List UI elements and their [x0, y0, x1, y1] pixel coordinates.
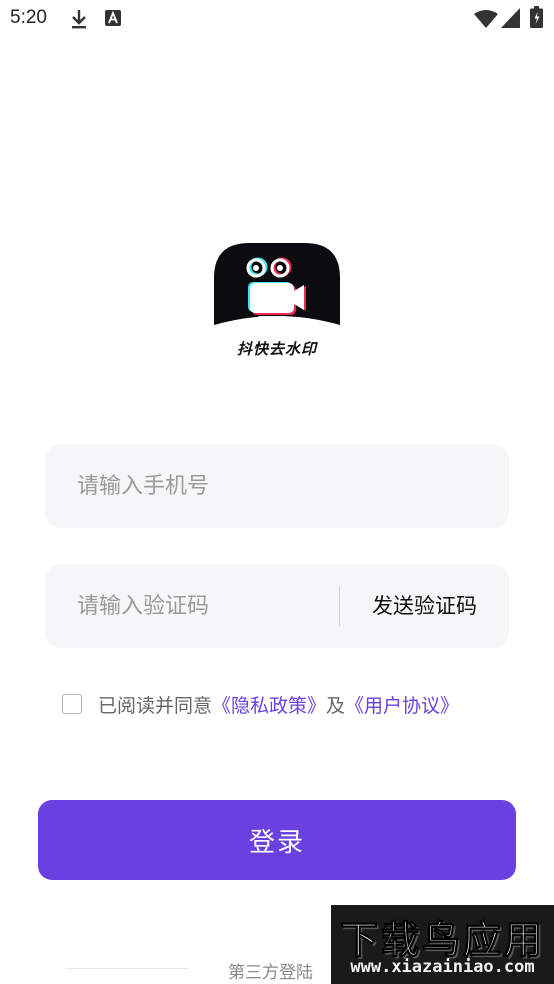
privacy-policy-link[interactable]: 《隐私政策》	[212, 691, 326, 718]
status-bar: 5:20	[0, 0, 554, 38]
phone-input[interactable]	[77, 444, 337, 528]
download-icon	[72, 10, 86, 29]
third-party-label: 第三方登陆	[228, 963, 313, 983]
code-field: 发送验证码	[45, 564, 509, 648]
agreement-conjunction: 及	[326, 694, 346, 717]
font-a-icon	[105, 10, 121, 26]
send-code-button[interactable]: 发送验证码	[340, 564, 509, 648]
user-agreement-link[interactable]: 《用户协议》	[345, 691, 459, 718]
phone-field	[45, 444, 509, 528]
watermark-url: www.xiazainiao.com	[350, 957, 535, 977]
wifi-icon	[474, 10, 498, 28]
agreement-row: 已阅读并同意 《隐私政策》 及 《用户协议》	[62, 690, 459, 718]
agreement-prefix: 已阅读并同意	[98, 694, 213, 717]
watermark-title: 下载鸟应用	[339, 918, 545, 963]
logo-caption: 抖快去水印	[236, 340, 317, 358]
status-time: 5:20	[10, 7, 47, 28]
third-party-divider-left	[66, 968, 188, 969]
agreement-checkbox[interactable]	[62, 694, 82, 714]
battery-icon	[530, 6, 543, 28]
app-logo	[214, 243, 340, 325]
code-input[interactable]	[77, 564, 337, 648]
signal-icon	[501, 8, 520, 28]
login-button[interactable]: 登录	[38, 800, 516, 880]
watermark: 下载鸟应用 www.xiazainiao.com	[331, 905, 554, 984]
